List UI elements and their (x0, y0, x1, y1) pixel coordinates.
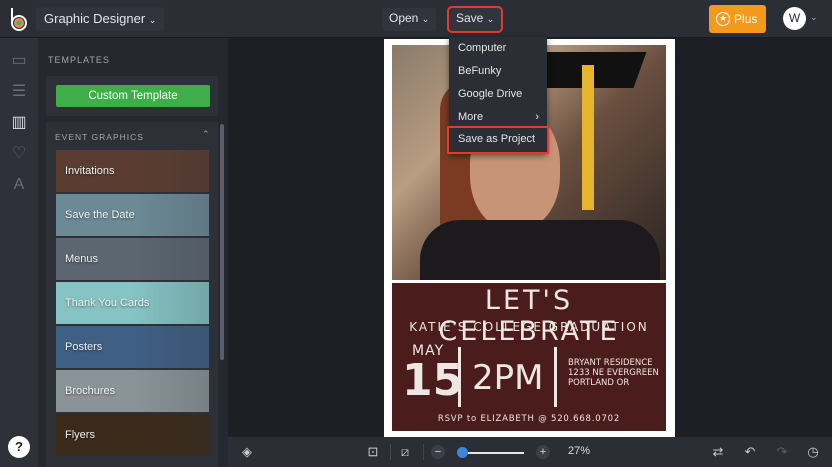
befunky-logo-icon[interactable] (8, 7, 30, 31)
photo-tassel (582, 65, 594, 210)
heart-icon[interactable]: ♡ (10, 145, 28, 163)
template-card[interactable]: Thank You Cards (56, 282, 209, 324)
zoom-slider-track[interactable] (462, 452, 524, 454)
photo-gown (420, 220, 660, 280)
zoom-slider-handle[interactable] (457, 447, 468, 458)
menu-item-google-drive[interactable]: Google Drive (449, 83, 547, 106)
star-icon: ★ (716, 12, 730, 26)
poster-day: 15 (402, 355, 464, 406)
poster-text-block[interactable]: LET'S CELEBRATE KATIE'S COLLEGE GRADUATI… (392, 283, 666, 431)
zoom-percent: 27% (568, 445, 591, 457)
chevron-down-icon[interactable]: ⌄ (810, 12, 818, 23)
help-button[interactable]: ? (8, 436, 30, 458)
avatar[interactable]: W (783, 7, 806, 30)
panel-scrollbar[interactable] (220, 124, 224, 360)
divider (458, 347, 461, 407)
plus-upgrade-button[interactable]: ★ Plus (709, 5, 766, 33)
poster-rsvp: RSVP to ELIZABETH @ 520.668.0702 (437, 414, 621, 424)
bottom-toolbar: ◈ ⊡ ⧄ − + 27% ⇄ ↶ ↷ ◷ (228, 437, 832, 467)
layers-icon[interactable]: ◈ (239, 444, 255, 460)
template-card[interactable]: Brochures (56, 370, 209, 412)
compare-icon[interactable]: ⇄ (710, 444, 726, 460)
custom-template-button[interactable]: Custom Template (56, 85, 210, 107)
poster-time: 2PM (472, 358, 544, 398)
image-icon[interactable]: ▭ (10, 52, 28, 70)
template-card[interactable]: Posters (56, 326, 209, 368)
address-line: BRYANT RESIDENCE (568, 358, 653, 368)
address-line: 1233 NE EVERGREEN (568, 368, 659, 378)
history-icon[interactable]: ◷ (805, 444, 821, 460)
divider (423, 444, 424, 460)
text-icon[interactable]: A (10, 176, 28, 194)
adjust-sliders-icon[interactable]: ☰ (10, 83, 28, 101)
menu-item-computer[interactable]: Computer (449, 37, 547, 60)
divider (390, 444, 391, 460)
menu-item-more[interactable]: More › (449, 106, 547, 129)
panel-heading: TEMPLATES (48, 55, 110, 65)
undo-icon[interactable]: ↶ (742, 444, 758, 460)
zoom-in-button[interactable]: + (536, 445, 550, 459)
top-bar: Graphic Designer ⌄ Open ⌄ Save ⌄ ★ Plus W… (0, 0, 832, 38)
section-label[interactable]: EVENT GRAPHICS (55, 132, 144, 142)
chevron-up-icon[interactable]: ⌃ (202, 129, 210, 140)
template-card[interactable]: Flyers (56, 414, 209, 456)
menu-item-save-as-project[interactable]: Save as Project (447, 126, 549, 154)
template-card[interactable]: Invitations (56, 150, 209, 192)
templates-icon[interactable]: ▥ (10, 114, 28, 132)
zoom-out-button[interactable]: − (431, 445, 445, 459)
template-card[interactable]: Save the Date (56, 194, 209, 236)
fit-to-screen-icon[interactable]: ⊡ (365, 444, 381, 460)
poster-address: BRYANT RESIDENCE 1233 NE EVERGREEN PORTL… (568, 358, 659, 388)
address-line: PORTLAND OR (568, 378, 630, 388)
open-button[interactable]: Open ⌄ (382, 8, 437, 31)
poster-subtitle: KATIE'S COLLEGE GRADUATION (409, 320, 649, 334)
tool-rail: ▭ ☰ ▥ ♡ A (0, 38, 38, 467)
app-selector-button[interactable]: Graphic Designer ⌄ (36, 7, 165, 31)
redo-icon: ↷ (776, 444, 788, 459)
chevron-down-icon: ⌄ (421, 14, 430, 24)
save-dropdown-menu: Computer BeFunky Google Drive More › Save… (447, 37, 549, 154)
template-card[interactable]: Menus (56, 238, 209, 280)
chevron-right-icon: › (535, 111, 539, 123)
save-button[interactable]: Save ⌄ (446, 6, 504, 33)
chevron-down-icon: ⌄ (486, 14, 495, 24)
menu-item-befunky[interactable]: BeFunky (449, 60, 547, 83)
chevron-down-icon: ⌄ (148, 15, 157, 25)
divider (554, 347, 557, 407)
poster-title: LET'S CELEBRATE (438, 285, 620, 347)
actual-size-icon[interactable]: ⧄ (397, 444, 413, 460)
